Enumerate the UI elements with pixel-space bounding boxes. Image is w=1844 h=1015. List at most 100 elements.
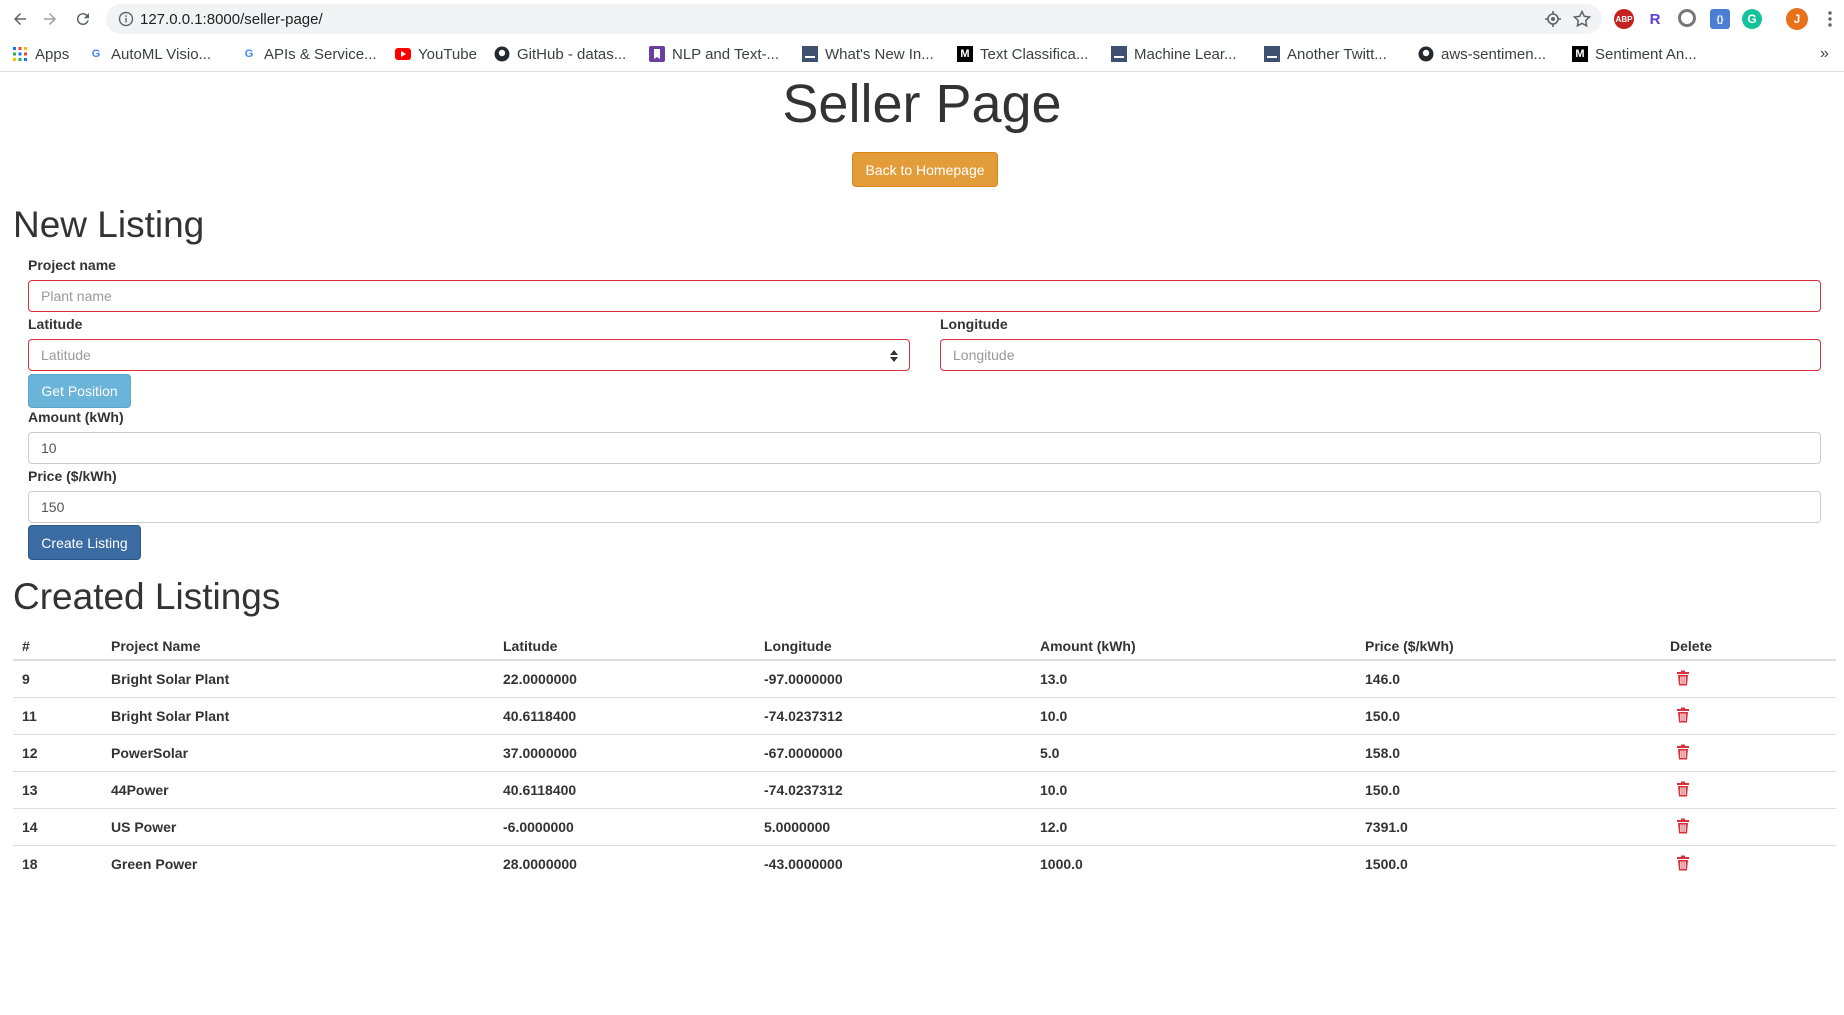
bookmark-apis[interactable]: G APIs & Service... — [241, 42, 377, 66]
reload-icon[interactable] — [71, 7, 95, 31]
json-viewer-icon[interactable]: {} — [1710, 9, 1730, 29]
profile-avatar[interactable]: J — [1786, 8, 1808, 30]
address-bar[interactable]: 127.0.0.1:8000/seller-page/ — [106, 4, 1602, 34]
page-icon — [1264, 46, 1280, 62]
project-name-label: Project name — [28, 257, 116, 273]
google-g-icon: G — [244, 48, 254, 60]
cell-longitude: -43.0000000 — [755, 845, 1031, 882]
column-header-longitude: Longitude — [755, 633, 1031, 661]
price-label: Price ($/kWh) — [28, 468, 117, 484]
table-row: 18 Green Power 28.0000000 -43.0000000 1000.0… — [13, 845, 1836, 882]
location-icon[interactable] — [1544, 10, 1562, 28]
cell-id: 14 — [13, 808, 102, 846]
bookmarks-bar: Apps G AutoML Visio... G APIs & Service.… — [0, 38, 1844, 70]
table-row: 14 US Power -6.0000000 5.0000000 12.0 7391.0 — [13, 808, 1836, 846]
cell-latitude: -6.0000000 — [494, 808, 755, 846]
youtube-icon — [395, 46, 411, 62]
cell-latitude: 40.6118400 — [494, 771, 755, 809]
url-text: 127.0.0.1:8000/seller-page/ — [140, 11, 323, 28]
bookmark-star-icon[interactable] — [1572, 9, 1592, 29]
extension-circle-icon[interactable] — [1678, 9, 1696, 27]
cell-amount: 10.0 — [1031, 697, 1356, 735]
cell-longitude: 5.0000000 — [755, 808, 1031, 846]
cell-longitude: -74.0237312 — [755, 697, 1031, 735]
apps-grid-icon — [12, 46, 28, 62]
bookmark-sentiment-analysis[interactable]: M Sentiment An... — [1572, 42, 1697, 66]
adblock-icon[interactable]: ABP — [1614, 9, 1634, 29]
amount-input[interactable]: 10 — [28, 432, 1821, 464]
cell-id: 18 — [13, 845, 102, 882]
cell-latitude: 28.0000000 — [494, 845, 755, 882]
cell-amount: 12.0 — [1031, 808, 1356, 846]
bookmark-automl[interactable]: G AutoML Visio... — [88, 42, 211, 66]
listings-table: # Project Name Latitude Longitude Amount… — [13, 633, 1836, 882]
project-name-placeholder: Plant name — [41, 288, 112, 304]
table-header-row: # Project Name Latitude Longitude Amount… — [13, 633, 1836, 661]
bookmark-apps[interactable]: Apps — [12, 42, 69, 66]
created-listings-heading: Created Listings — [13, 576, 281, 617]
cell-price: 150.0 — [1356, 771, 1661, 809]
cell-price: 158.0 — [1356, 734, 1661, 772]
github-icon — [494, 46, 510, 62]
column-header-amount: Amount (kWh) — [1031, 633, 1356, 661]
browser-chrome: 127.0.0.1:8000/seller-page/ ABP R {} G J — [0, 0, 1844, 72]
bookmark-aws-sentiment[interactable]: aws-sentimen... — [1418, 42, 1546, 66]
longitude-input[interactable]: Longitude — [940, 339, 1821, 371]
trash-icon[interactable] — [1676, 781, 1690, 797]
bookmark-whats-new[interactable]: What's New In... — [802, 42, 934, 66]
cell-project-name: Bright Solar Plant — [102, 697, 494, 735]
cell-delete — [1661, 660, 1836, 698]
bookmark-youtube[interactable]: YouTube — [395, 42, 477, 66]
column-header-project-name: Project Name — [102, 633, 494, 661]
price-input[interactable]: 150 — [28, 491, 1821, 523]
medium-icon: M — [1572, 46, 1588, 62]
cell-project-name: Bright Solar Plant — [111, 671, 230, 687]
cell-project-name: US Power — [102, 808, 494, 846]
cell-latitude: 40.6118400 — [494, 697, 755, 735]
forward-arrow-icon[interactable] — [38, 7, 62, 31]
bookmark-nlp[interactable]: NLP and Text-... — [649, 42, 779, 66]
trash-icon[interactable] — [1676, 855, 1690, 871]
back-to-homepage-button[interactable]: Back to Homepage — [852, 152, 998, 187]
get-position-button[interactable]: Get Position — [28, 374, 131, 408]
latitude-input[interactable]: Latitude — [28, 339, 910, 371]
bookmarks-overflow-icon[interactable]: » — [1820, 42, 1829, 66]
column-header-price: Price ($/kWh) — [1356, 633, 1661, 661]
column-header-latitude: Latitude — [494, 633, 755, 661]
google-g-icon: G — [91, 48, 101, 60]
bookmark-github-datas[interactable]: GitHub - datas... — [494, 42, 626, 66]
trash-icon[interactable] — [1676, 744, 1690, 760]
cell-id: 13 — [13, 771, 102, 809]
table-row: 9 Bright Solar Plant 22.0000000 -97.0000000… — [13, 660, 1836, 698]
extension-r-icon[interactable]: R — [1645, 9, 1665, 29]
cell-project-name: PowerSolar — [102, 734, 494, 772]
cell-price: 150.0 — [1356, 697, 1661, 735]
bookmark-text-classification[interactable]: M Text Classifica... — [957, 42, 1088, 66]
bookmark-another-twitter[interactable]: Another Twitt... — [1264, 42, 1387, 66]
cell-longitude: -74.0237312 — [755, 771, 1031, 809]
trash-icon[interactable] — [1676, 818, 1690, 834]
longitude-placeholder: Longitude — [953, 347, 1015, 363]
project-name-input[interactable]: Plant name — [28, 280, 1821, 312]
menu-kebab-icon[interactable] — [1820, 9, 1840, 29]
trash-icon[interactable] — [1676, 707, 1690, 723]
amount-value: 10 — [41, 440, 57, 456]
bookmark-icon — [649, 46, 665, 62]
bookmark-machine-learning[interactable]: Machine Lear... — [1111, 42, 1237, 66]
table-row: 12 PowerSolar 37.0000000 -67.0000000 5.0 158.… — [13, 734, 1836, 772]
number-spinner-icon[interactable] — [889, 348, 899, 364]
listings-table-body: 9 Bright Solar Plant 22.0000000 -97.0000000… — [13, 660, 1836, 882]
back-arrow-icon[interactable] — [8, 7, 32, 31]
amount-label: Amount (kWh) — [28, 409, 124, 425]
create-listing-button[interactable]: Create Listing — [28, 525, 141, 560]
cell-latitude: 22.0000000 — [503, 671, 577, 687]
github-icon — [1418, 46, 1434, 62]
cell-id: 11 — [13, 697, 102, 735]
cell-delete — [1661, 697, 1836, 735]
column-header-delete: Delete — [1661, 633, 1836, 661]
grammarly-icon[interactable]: G — [1742, 9, 1762, 29]
medium-icon: M — [957, 46, 973, 62]
trash-icon[interactable] — [1676, 670, 1690, 686]
browser-toolbar: 127.0.0.1:8000/seller-page/ ABP R {} G J — [0, 0, 1844, 38]
info-icon[interactable] — [118, 11, 134, 27]
